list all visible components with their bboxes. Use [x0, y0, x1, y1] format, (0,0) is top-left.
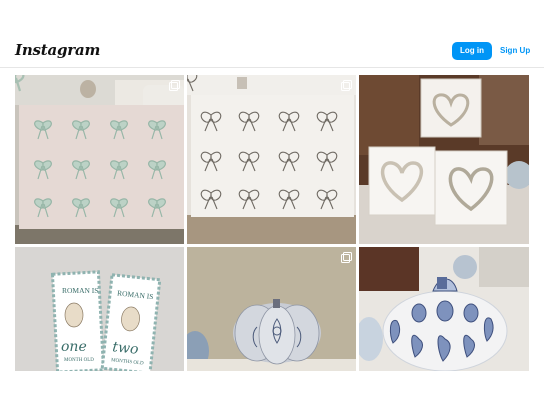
post-image-heart-canvases — [359, 75, 529, 244]
top-navigation-bar: Instagram Log in Sign Up — [0, 0, 544, 68]
post-image-bows-living-room — [15, 75, 184, 244]
post-image-sketched-bows — [187, 75, 356, 244]
carousel-icon — [169, 80, 180, 91]
signup-link[interactable]: Sign Up — [500, 42, 530, 60]
card-right-line2: two — [112, 339, 140, 358]
post-tile-3[interactable] — [359, 75, 529, 244]
card-left-line3: MONTH OLD — [64, 358, 94, 363]
card-left-line2: one — [61, 339, 87, 355]
card-left-line1: ROMAN IS — [62, 286, 98, 295]
post-tile-5[interactable] — [187, 247, 356, 371]
post-tile-6[interactable] — [359, 247, 529, 371]
post-tile-1[interactable] — [15, 75, 184, 244]
instagram-logo[interactable]: Instagram — [15, 41, 100, 59]
post-image-chinoiserie-pumpkin — [359, 247, 529, 371]
post-image-puppy-cards: ROMAN IS one MONTH OLD ROMAN IS two MONT… — [15, 247, 184, 371]
post-tile-2[interactable] — [187, 75, 356, 244]
post-tile-4[interactable]: ROMAN IS one MONTH OLD ROMAN IS two MONT… — [15, 247, 184, 371]
carousel-icon — [341, 252, 352, 263]
carousel-icon — [341, 80, 352, 91]
login-button[interactable]: Log in — [452, 42, 492, 60]
post-image-painted-pumpkin — [187, 247, 356, 371]
post-grid: ROMAN IS one MONTH OLD ROMAN IS two MONT… — [15, 75, 529, 371]
